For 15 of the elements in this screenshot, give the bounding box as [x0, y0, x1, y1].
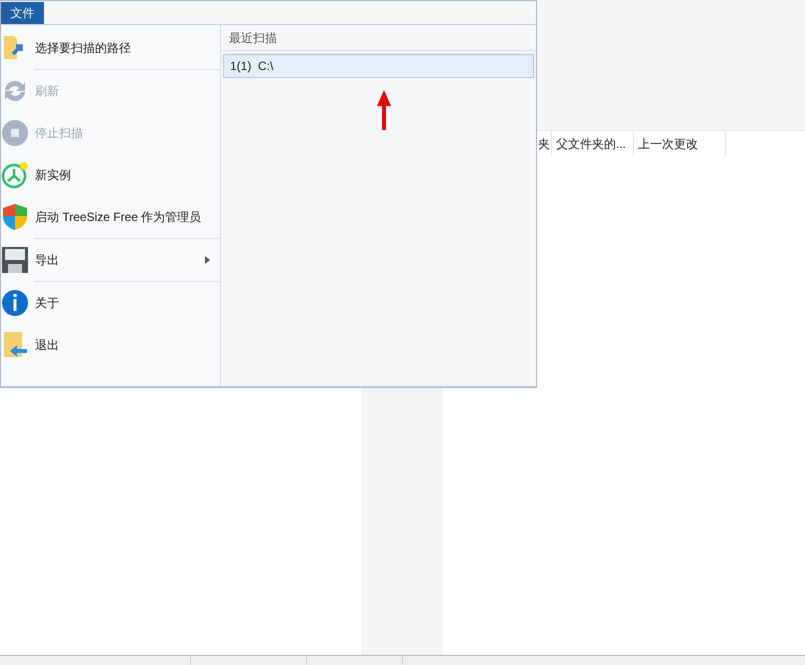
menu-item[interactable]: 退出 [1, 324, 220, 366]
column-header[interactable]: 父文件夹的... [552, 131, 634, 156]
menu-item[interactable]: 导出 [1, 239, 220, 281]
column-header[interactable]: 上一次更改 [634, 131, 726, 156]
section-heading: 最近扫描 [221, 25, 536, 51]
recent-scan-item[interactable]: 1(1) C:\ [223, 54, 534, 78]
exit-icon [1, 331, 29, 359]
arrow-icon [376, 90, 390, 130]
file-tab[interactable]: 文件 [1, 2, 44, 24]
shield-icon [1, 203, 29, 231]
menu-item[interactable]: 启动 TreeSize Free 作为管理员 [1, 196, 220, 238]
menu-item[interactable]: 选择要扫描的路径 [1, 27, 220, 69]
menu-item[interactable]: 关于 [1, 282, 220, 324]
menu-item[interactable]: 新实例 [1, 154, 220, 196]
new-instance-icon [1, 161, 29, 189]
